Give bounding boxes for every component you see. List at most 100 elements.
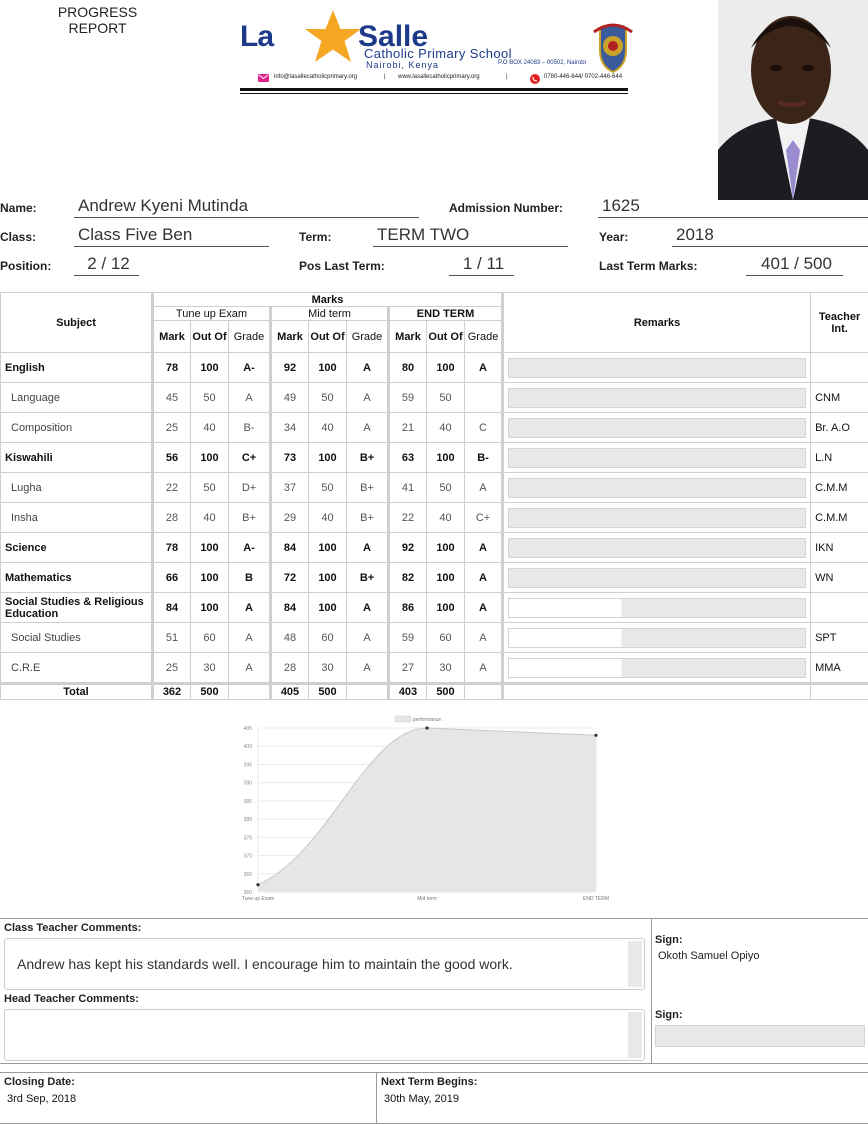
- head-teacher-signature-box[interactable]: [655, 1025, 865, 1047]
- table-row: Lugha2250D+3750B+4150AC.M.M: [1, 473, 868, 503]
- sign-label: Sign:: [655, 934, 683, 946]
- mark-header: Mark: [153, 321, 191, 353]
- outof-cell: 100: [309, 593, 347, 623]
- teacher-header: Teacher Int.: [811, 293, 868, 353]
- last-term-marks-value: 401 / 500: [746, 254, 843, 276]
- remarks-cell: [503, 653, 811, 684]
- total-teacher: [811, 684, 868, 700]
- remarks-field[interactable]: [508, 658, 806, 678]
- remarks-cell: [503, 533, 811, 563]
- y-tick-label: 400: [244, 744, 253, 750]
- outof-cell: 50: [191, 383, 229, 413]
- class-teacher-comments-label: Class Teacher Comments:: [4, 922, 141, 934]
- grade-cell: C+: [229, 443, 271, 473]
- table-row: Insha2840B+2940B+2240C+C.M.M: [1, 503, 868, 533]
- grade-cell: A: [347, 593, 389, 623]
- mark-cell: 86: [389, 593, 427, 623]
- admission-label: Admission Number:: [449, 201, 563, 215]
- teacher-initials-cell: C.M.M: [811, 473, 868, 503]
- outof-header: Out Of: [191, 321, 229, 353]
- mark-cell: 78: [153, 353, 191, 383]
- y-tick-label: 405: [244, 726, 253, 732]
- remarks-field[interactable]: [508, 598, 806, 618]
- remarks-field[interactable]: [508, 448, 806, 468]
- class-teacher-comments-box[interactable]: Andrew has kept his standards well. I en…: [4, 938, 645, 990]
- scrollbar[interactable]: [628, 1012, 642, 1058]
- comments-section: Class Teacher Comments: Andrew has kept …: [0, 918, 868, 1064]
- subject-cell: Social Studies: [1, 623, 153, 653]
- remarks-field[interactable]: [508, 628, 806, 648]
- mark-cell: 63: [389, 443, 427, 473]
- data-point: [425, 726, 428, 729]
- remarks-field[interactable]: [508, 478, 806, 498]
- teacher-initials-cell: L.N: [811, 443, 868, 473]
- student-name: Andrew Kyeni Mutinda: [74, 196, 419, 218]
- year-value: 2018: [672, 225, 868, 247]
- y-tick-label: 380: [244, 817, 253, 823]
- total-row: Total 362 500 405 500 403 500: [1, 684, 868, 700]
- class-label: Class:: [0, 230, 36, 244]
- teacher-initials-cell: IKN: [811, 533, 868, 563]
- remarks-field[interactable]: [508, 538, 806, 558]
- mark-cell: 80: [389, 353, 427, 383]
- remarks-cell: [503, 383, 811, 413]
- remarks-field[interactable]: [508, 418, 806, 438]
- grade-cell: A: [347, 623, 389, 653]
- grade-cell: A-: [229, 533, 271, 563]
- outof-cell: 100: [309, 533, 347, 563]
- table-row: C.R.E2530A2830A2730AMMA: [1, 653, 868, 684]
- outof-cell: 100: [191, 563, 229, 593]
- grade-cell: A: [465, 473, 503, 503]
- name-label: Name:: [0, 201, 37, 215]
- outof-cell: 100: [427, 443, 465, 473]
- grade-header: Grade: [347, 321, 389, 353]
- report-title-line2: REPORT: [40, 20, 155, 36]
- mark-cell: 59: [389, 383, 427, 413]
- mark-cell: 82: [389, 563, 427, 593]
- total-label: Total: [1, 684, 153, 700]
- mark-cell: 45: [153, 383, 191, 413]
- mark-cell: 92: [389, 533, 427, 563]
- grade-cell: A: [347, 413, 389, 443]
- logo-po-box: P.O BOX 24083 – 00502, Nairobi: [498, 60, 586, 66]
- remarks-cell: [503, 563, 811, 593]
- remarks-field[interactable]: [508, 388, 806, 408]
- mark-cell: 49: [271, 383, 309, 413]
- data-point: [256, 883, 259, 886]
- next-term-value: 30th May, 2019: [384, 1093, 459, 1105]
- mark-cell: 21: [389, 413, 427, 443]
- series-area: [258, 728, 596, 892]
- scrollbar[interactable]: [628, 941, 642, 987]
- website-text: www.lasallecatholicprimary.org: [398, 74, 480, 80]
- logo-rule: [240, 93, 628, 94]
- remarks-field[interactable]: [508, 508, 806, 528]
- outof-cell: 100: [191, 533, 229, 563]
- mark-cell: 41: [389, 473, 427, 503]
- outof-cell: 100: [309, 353, 347, 383]
- total-remarks: [503, 684, 811, 700]
- grade-cell: A: [229, 653, 271, 684]
- remarks-field[interactable]: [508, 568, 806, 588]
- head-teacher-comments-box[interactable]: [4, 1009, 645, 1061]
- teacher-initials-cell: MMA: [811, 653, 868, 684]
- mark-cell: 29: [271, 503, 309, 533]
- mark-cell: 22: [153, 473, 191, 503]
- email-icon: [258, 74, 269, 84]
- total-outof: 500: [427, 684, 465, 700]
- remarks-field[interactable]: [508, 358, 806, 378]
- x-tick-label: END TERM: [583, 896, 609, 902]
- outof-cell: 50: [191, 473, 229, 503]
- outof-cell: 100: [427, 533, 465, 563]
- subject-header: Subject: [1, 293, 153, 353]
- class-teacher-comments-text: Andrew has kept his standards well. I en…: [17, 956, 513, 972]
- head-teacher-comments-label: Head Teacher Comments:: [4, 993, 139, 1005]
- outof-cell: 50: [427, 383, 465, 413]
- contact-row: info@lasallecatholicprimary.org | www.la…: [256, 74, 632, 84]
- grade-cell: B+: [229, 503, 271, 533]
- y-tick-label: 395: [244, 762, 253, 768]
- data-point: [594, 734, 597, 737]
- subject-cell: Science: [1, 533, 153, 563]
- outof-cell: 40: [427, 503, 465, 533]
- total-grade: [229, 684, 271, 700]
- grade-cell: B+: [347, 473, 389, 503]
